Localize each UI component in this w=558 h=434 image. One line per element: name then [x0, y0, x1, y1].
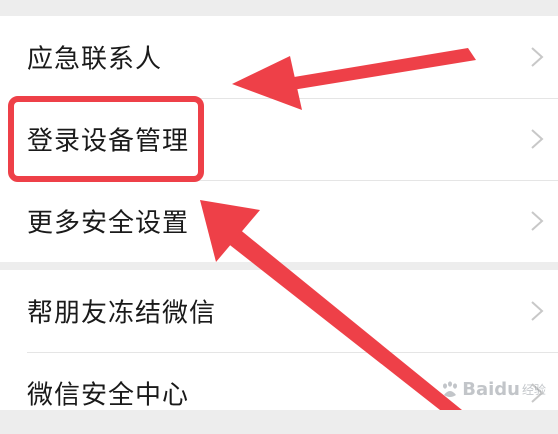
- watermark-brand: Baidu: [462, 379, 520, 400]
- watermark-sub: 经验: [521, 383, 546, 397]
- baidu-watermark: Baidu 经验: [440, 379, 546, 400]
- annotation-arrow-upper: [232, 48, 476, 110]
- annotation-arrow-lower: [200, 200, 462, 410]
- baidu-paw-icon: [443, 380, 458, 397]
- annotation-arrows: [200, 48, 476, 410]
